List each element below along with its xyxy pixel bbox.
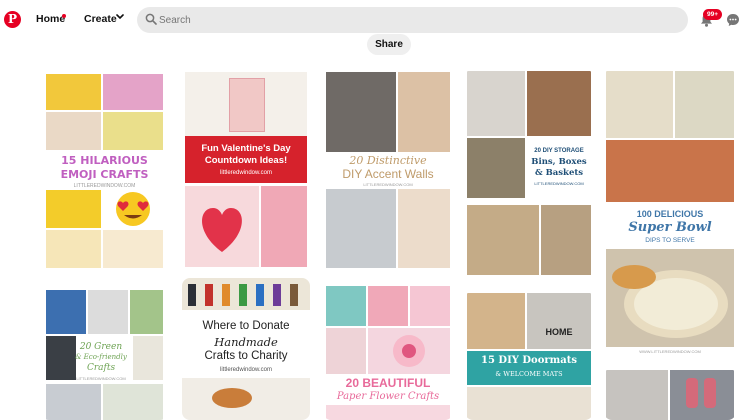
pin-site: littleredwindow.com [219,170,273,176]
heart-eyes-emoji-icon [116,192,150,226]
pin-image [46,74,101,110]
pin-title-line2: & Eco-friendly [75,353,127,361]
pin-title-line3: Crafts [86,363,116,373]
pin-image [467,138,525,198]
pin-green-crafts[interactable]: 20 Green & Eco-friendly Crafts LITTLERED… [41,286,168,420]
pin-image [103,230,163,268]
chat-icon[interactable] [726,13,740,27]
pin-image [606,249,734,347]
chevron-down-icon[interactable] [116,14,124,20]
pin-title-line2: Bins, Boxes [531,157,587,167]
pin-title-line2: Handmade [214,335,278,349]
pin-image [398,189,450,268]
pin-image [326,405,450,420]
pin-image [185,72,307,136]
pin-image [670,370,734,420]
dip-bowl-icon [612,265,728,338]
pin-image [103,74,163,110]
pin-super-bowl-dips[interactable]: 100 DELICIOUS Super Bowl DIPS TO SERVE W… [604,69,736,357]
pin-title-line1: 20 Distinctive [349,154,427,167]
pin-image [182,278,310,310]
search-icon [145,13,157,25]
paper-heart-icon [202,208,242,252]
pin-site: littleredwindow.com [219,367,273,373]
pin-image: HOME [527,293,591,349]
pin-title-line1: 100 DELICIOUS [636,209,704,219]
pin-image [467,71,525,136]
pin-image [46,230,101,268]
pin-image [675,71,734,138]
pin-title-line1: Where to Donate [202,320,290,332]
pin-image [606,370,668,420]
logo-letter: P [7,12,18,26]
pin-site: WWW.LITTLEREDWINDOW.COM [639,349,701,354]
pin-image [410,286,450,326]
pin-image [46,112,101,150]
pin-paper-flower[interactable]: 20 BEAUTIFUL Paper Flower Crafts [323,283,453,420]
nav-home[interactable]: Home [36,13,65,25]
pin-site: LITTLEREDWINDOW.COM [534,181,584,186]
pin-image [88,290,128,334]
pin-emoji-crafts[interactable]: 15 HILARIOUS EMOJI CRAFTS LITTLEREDWINDO… [41,69,168,272]
search-input[interactable] [159,11,659,29]
pin-image [368,328,450,374]
pin-image [185,186,259,267]
pin-image [46,290,86,334]
pin-diy-doormats[interactable]: HOME 15 DIY Doormats & WELCOME MATS [465,291,593,420]
pin-title-line3: DIPS TO SERVE [645,237,695,244]
pin-knit-crafts[interactable] [604,368,736,420]
pin-image [527,71,591,136]
pin-title-line1: 15 HILARIOUS [61,154,148,167]
pin-image [606,140,734,202]
pin-title-line2: Paper Flower Crafts [336,391,440,402]
pin-valentine-countdown[interactable]: Fun Valentine's Day Countdown Ideas! lit… [182,69,310,270]
pin-accent-walls[interactable]: 20 Distinctive DIY Accent Walls LITTLERE… [323,69,453,271]
pin-image [103,384,163,420]
pin-title-line2: & WELCOME MATS [495,370,563,378]
pin-title-line1: Fun Valentine's Day [201,143,291,154]
pin-title-line2: DIY Accent Walls [342,167,434,181]
pin-donate-crafts[interactable]: Where to Donate Handmade Crafts to Chari… [182,278,310,420]
pin-image [467,293,525,349]
pin-image [541,205,591,275]
pin-title-line2: EMOJI CRAFTS [60,168,149,181]
pinterest-logo-icon[interactable]: P [4,11,21,28]
pin-image [46,190,101,228]
nav-create[interactable]: Create [84,13,117,25]
pin-image [398,72,450,152]
pin-site: LITTLEREDWINDOW.COM [73,183,136,189]
doormat-home-text: HOME [545,327,573,337]
pin-site: LITTLEREDWINDOW.COM [76,376,126,381]
pin-image [326,72,396,152]
search-bar[interactable] [137,7,688,33]
pin-image [368,286,408,326]
share-button[interactable]: Share [367,34,411,55]
pin-image [130,290,163,334]
pin-title-line3: & Baskets [534,168,584,178]
pin-image [606,71,673,138]
pin-image [133,336,163,380]
pin-title-line1: 15 DIY Doormats [481,355,577,366]
pin-title-line3: Crafts to Charity [204,350,288,362]
pin-site: LITTLEREDWINDOW.COM [363,182,413,187]
pin-storage-baskets[interactable]: 20 DIY STORAGE Bins, Boxes & Baskets LIT… [465,69,593,279]
pin-image [326,328,366,374]
pin-image [103,112,163,150]
pin-image [467,387,591,420]
pin-image [46,384,101,420]
pin-image [467,205,539,275]
pin-image [182,378,310,420]
pin-image [261,186,307,267]
paper-flower-icon [393,335,425,367]
home-notification-dot [62,14,66,18]
pin-title-line1: 20 DIY STORAGE [534,148,584,154]
pin-image [103,190,163,228]
pin-title-line1: 20 Green [79,342,123,352]
pin-image [326,189,396,268]
pin-title-line1: 20 BEAUTIFUL [345,376,431,390]
pin-image [326,286,366,326]
notification-badge: 99+ [703,9,722,20]
pin-title-line2: Super Bowl [628,220,712,235]
pin-title-line2: Countdown Ideas! [204,155,288,166]
